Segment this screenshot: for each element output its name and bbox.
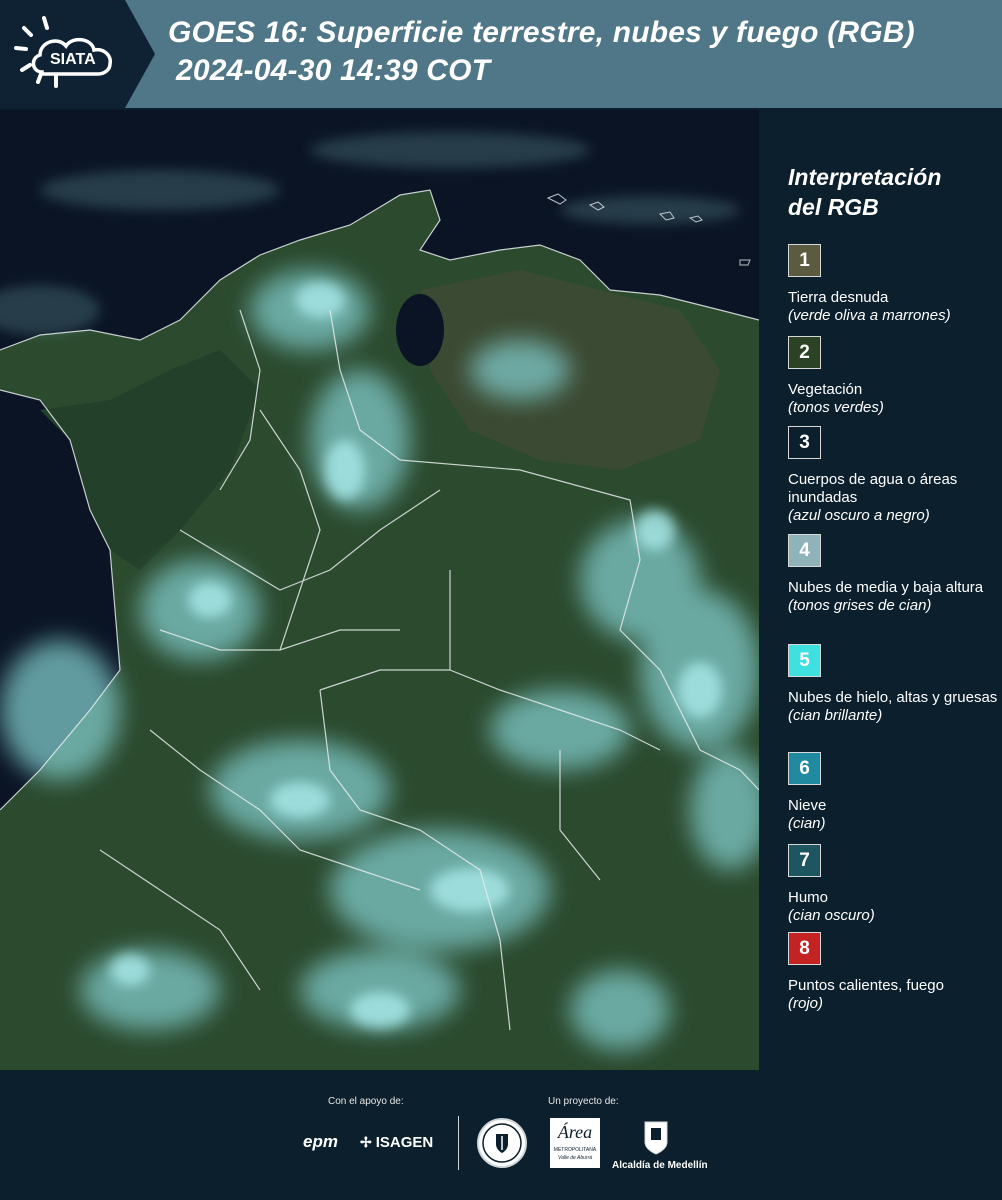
legend-swatch: 2 [788, 336, 821, 369]
medellin-crest-icon [642, 1120, 670, 1156]
title-timestamp: 2024-04-30 14:39 COT [176, 54, 491, 87]
footer-divider [458, 1116, 459, 1170]
isagen-mark-icon: ✢ [360, 1134, 372, 1150]
legend-swatch: 7 [788, 844, 821, 877]
satellite-map[interactable] [0, 110, 759, 1070]
title-line-1: GOES 16: Superficie terrestre, nubes y f… [168, 16, 915, 49]
lake-maracaibo [396, 294, 444, 366]
legend-swatch: 5 [788, 644, 821, 677]
svg-text:SIATA: SIATA [50, 51, 96, 68]
footer: Con el apoyo de: Un proyecto de: epm ✢ I… [0, 1070, 1002, 1200]
project-label: Un proyecto de: [548, 1096, 619, 1107]
legend-swatch: 8 [788, 932, 821, 965]
legend-title: Interpretación del RGB [788, 164, 942, 220]
legend-item: 4 Nubes de media y baja altura (tonos gr… [788, 534, 998, 615]
legend-item: 8 Puntos calientes, fuego (rojo) [788, 932, 998, 1013]
legend-swatch: 1 [788, 244, 821, 277]
legend-swatch: 3 [788, 426, 821, 459]
area-metropolitana-logo: Área METROPOLITANA Valle de Aburrá [550, 1118, 600, 1168]
medellin-label: Alcaldía de Medellín [612, 1160, 708, 1171]
legend-item: 5 Nubes de hielo, altas y gruesas (cian … [788, 644, 998, 725]
support-label: Con el apoyo de: [328, 1096, 404, 1107]
page-title: GOES 16: Superficie terrestre, nubes y f… [168, 14, 915, 90]
university-seal-icon [477, 1118, 527, 1168]
header: SIATA GOES 16: Superficie terrestre, nub… [0, 0, 1002, 108]
legend-swatch: 6 [788, 752, 821, 785]
isagen-logo: ✢ ISAGEN [360, 1134, 434, 1151]
legend-item: 7 Humo (cian oscuro) [788, 844, 998, 925]
siata-logo: SIATA [0, 0, 155, 108]
rgb-legend: Interpretación del RGB 1 Tierra desnuda … [775, 110, 1002, 1070]
legend-item: 2 Vegetación (tonos verdes) [788, 336, 998, 417]
legend-swatch: 4 [788, 534, 821, 567]
epm-logo: epm [303, 1132, 338, 1151]
legend-item: 3 Cuerpos de agua o áreas inundadas (azu… [788, 426, 998, 525]
legend-item: 1 Tierra desnuda (verde oliva a marrones… [788, 244, 998, 325]
legend-item: 6 Nieve (cian) [788, 752, 998, 833]
